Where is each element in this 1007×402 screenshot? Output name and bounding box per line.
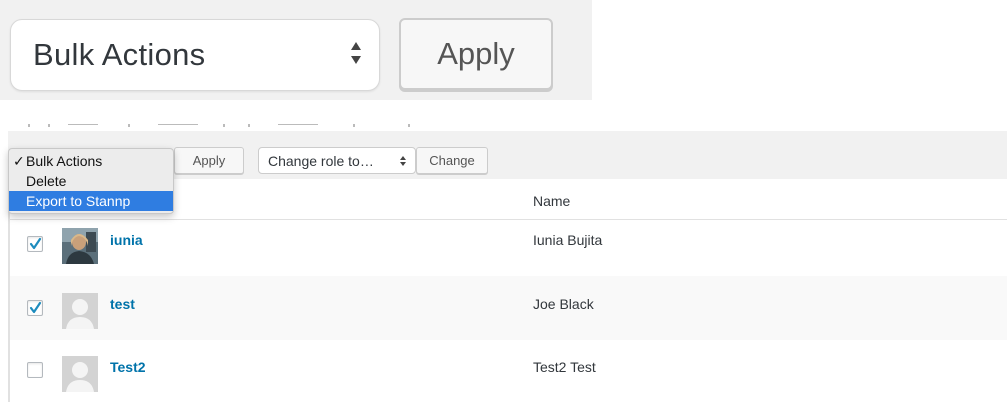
cropped-text-remnant [28, 124, 410, 127]
checkmark-icon [29, 237, 42, 250]
user-photo-avatar [62, 228, 98, 264]
zoomed-bulk-actions-label: Bulk Actions [33, 37, 206, 72]
select-arrows-icon [400, 156, 406, 166]
menu-item-bulk-actions[interactable]: ✓ Bulk Actions [9, 151, 173, 171]
change-button[interactable]: Change [416, 147, 488, 174]
username-link[interactable]: Test2 [110, 359, 146, 375]
checkmark-icon: ✓ [13, 153, 25, 169]
zoomed-bulk-actions-select[interactable]: Bulk Actions [10, 19, 380, 91]
column-header-name[interactable]: Name [533, 193, 570, 209]
bulk-actions-dropdown-menu: ✓ Bulk Actions Delete Export to Stannp [8, 148, 174, 214]
select-arrows-icon [351, 42, 361, 64]
row-checkbox[interactable] [27, 236, 43, 252]
row-checkbox[interactable] [27, 362, 43, 378]
default-avatar-icon [62, 356, 98, 392]
change-role-select[interactable]: Change role to… [258, 147, 416, 174]
zoomed-apply-button[interactable]: Apply [399, 18, 553, 90]
change-role-label: Change role to… [268, 153, 374, 169]
user-full-name: Iunia Bujita [533, 232, 603, 248]
table-row: Test2 Test2 Test [10, 340, 1007, 402]
default-avatar-icon [62, 293, 98, 329]
user-full-name: Test2 Test [533, 359, 596, 375]
apply-button[interactable]: Apply [174, 147, 244, 174]
zoomed-bulk-actions-strip: Bulk Actions Apply [0, 0, 592, 100]
username-link[interactable]: test [110, 296, 135, 312]
menu-item-export-to-stannp[interactable]: Export to Stannp [9, 191, 173, 211]
username-link[interactable]: iunia [110, 232, 143, 248]
row-checkbox[interactable] [27, 300, 43, 316]
table-row: iunia Iunia Bujita [10, 220, 1007, 276]
table-row: test Joe Black [10, 276, 1007, 340]
user-full-name: Joe Black [533, 296, 594, 312]
menu-item-delete[interactable]: Delete [9, 171, 173, 191]
checkmark-icon [29, 301, 42, 314]
